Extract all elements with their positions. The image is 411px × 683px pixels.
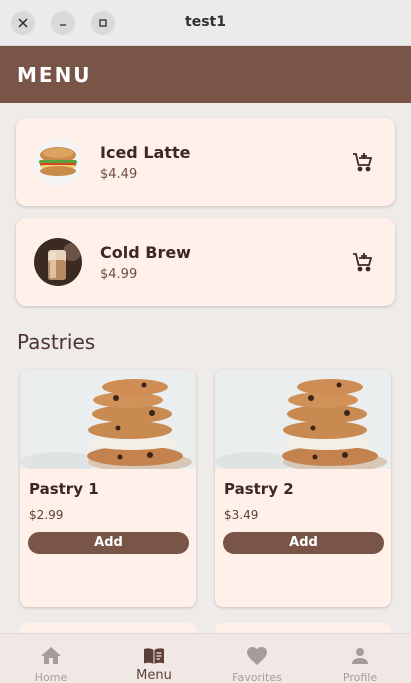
pastry-card[interactable]: Pastry 2 $3.49 Add — [215, 370, 391, 607]
coffee-card[interactable]: Iced Latte $4.49 — [16, 118, 395, 206]
add-to-cart-icon[interactable] — [351, 150, 375, 174]
pastry-price: $2.99 — [29, 508, 64, 522]
nav-label: Menu — [136, 668, 172, 683]
nav-item-profile[interactable]: Profile — [309, 634, 411, 683]
nav-label: Profile — [342, 671, 378, 683]
pastry-card — [20, 623, 196, 633]
window-titlebar: test1 — [0, 0, 411, 46]
home-icon — [39, 644, 63, 668]
heart-icon — [245, 644, 269, 668]
nav-item-favorites[interactable]: Favorites — [206, 634, 308, 683]
add-to-cart-icon[interactable] — [351, 250, 375, 274]
pastry-name: Pastry 1 — [29, 480, 99, 498]
coffee-name: Iced Latte — [100, 143, 191, 162]
add-button[interactable]: Add — [223, 532, 384, 554]
menu-book-icon — [142, 644, 166, 668]
nav-item-menu[interactable]: Menu — [103, 634, 205, 683]
sandwich-photo — [34, 138, 82, 186]
cookie-stack-photo — [215, 370, 391, 469]
app-bar: MENU — [0, 46, 411, 103]
coffee-price: $4.49 — [100, 167, 138, 182]
cookie-stack-photo — [20, 370, 196, 469]
menu-content[interactable]: Iced Latte $4.49 Cold Brew $4.99 Pastrie… — [0, 103, 411, 633]
pastry-card — [215, 623, 391, 633]
nav-item-home[interactable]: Home — [0, 634, 102, 683]
coffee-name: Cold Brew — [100, 243, 191, 262]
cold-brew-photo — [34, 238, 82, 286]
person-icon — [348, 644, 372, 668]
section-title: Pastries — [17, 330, 96, 354]
page-title: MENU — [17, 63, 92, 87]
coffee-card[interactable]: Cold Brew $4.99 — [16, 218, 395, 306]
coffee-price: $4.99 — [100, 267, 138, 282]
pastry-name: Pastry 2 — [224, 480, 294, 498]
nav-label: Home — [34, 671, 68, 683]
window-title: test1 — [185, 14, 226, 30]
nav-label: Favorites — [232, 671, 282, 683]
pastry-price: $3.49 — [224, 508, 259, 522]
bottom-nav: Home Menu Favorites Profile — [0, 633, 411, 683]
add-button[interactable]: Add — [28, 532, 189, 554]
pastry-card[interactable]: Pastry 1 $2.99 Add — [20, 370, 196, 607]
